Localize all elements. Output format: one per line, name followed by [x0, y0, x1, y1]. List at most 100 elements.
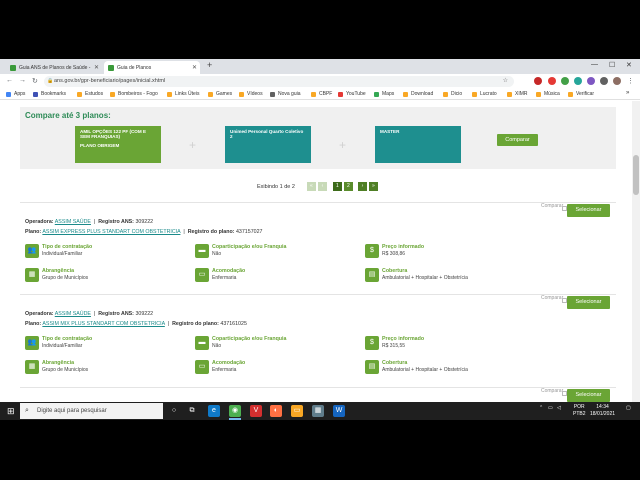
bookmark-item[interactable]: Verificar — [568, 91, 594, 97]
taskbar-search[interactable]: ⌕ Digite aqui para pesquisar — [20, 403, 163, 419]
network-icon[interactable]: ▭ — [548, 405, 553, 411]
reload-icon[interactable]: ↻ — [32, 77, 38, 85]
plan-link[interactable]: ASSIM MIX PLUS STANDART COM OBSTETRICIA — [42, 321, 164, 327]
select-button[interactable]: Selecionar — [567, 296, 610, 309]
opera-extension-icon[interactable] — [534, 77, 542, 85]
bookmark-item[interactable]: Maps — [374, 91, 394, 97]
bookmark-item[interactable]: XIMR — [507, 91, 528, 97]
clock[interactable]: 14:34 18/01/2021 — [590, 404, 615, 418]
operator-link[interactable]: ASSIM SAÚDE — [55, 219, 91, 225]
menu-dots-icon[interactable]: ⋮ — [627, 77, 634, 85]
tray-arrow-icon[interactable]: ⌃ — [539, 405, 543, 411]
windows-start-icon[interactable]: ⊞ — [7, 406, 15, 417]
page-scrollbar[interactable] — [632, 101, 640, 402]
tab-guia-planos[interactable]: Guia de Planos ✕ — [104, 61, 200, 74]
folder-icon — [311, 91, 316, 97]
word-icon[interactable]: W — [333, 405, 345, 417]
operator-link[interactable]: ASSIM SAÚDE — [55, 311, 91, 317]
bookmark-item[interactable]: Lucrato — [472, 91, 497, 97]
edge-icon[interactable]: e — [208, 405, 220, 417]
profile-avatar[interactable] — [613, 77, 621, 85]
bookmark-item[interactable]: Música — [536, 91, 560, 97]
attr-value: Não — [212, 251, 222, 257]
maximize-icon[interactable]: ☐ — [609, 61, 615, 69]
accommodation: ▭ Acomodação Enfermaria — [195, 267, 355, 285]
accommodation: ▭ Acomodação Enfermaria — [195, 359, 355, 377]
close-window-icon[interactable]: ✕ — [626, 61, 632, 69]
bookmark-item[interactable]: Vídeos — [239, 91, 263, 97]
close-tab-icon[interactable]: ✕ — [94, 64, 99, 71]
compare-slot-1[interactable]: AMIL OPÇÕES 122 PF (COM E SEM FRANQUIAS)… — [75, 126, 161, 163]
last-page-button[interactable]: » — [368, 182, 378, 191]
coverage-area: ▦ Abrangência Grupo de Municípios — [25, 359, 185, 377]
extension-icon[interactable] — [587, 77, 595, 85]
extension-icon[interactable] — [574, 77, 582, 85]
bookmark-item[interactable]: Bookmarks — [33, 91, 66, 97]
coverage: ▤ Cobertura Ambulatorial + Hospitalar + … — [365, 267, 525, 285]
task-view-icon[interactable]: ⧉ — [186, 405, 198, 417]
url-field[interactable]: 🔒 ans.gov.br/gpr-beneficiario/pages/inic… — [44, 76, 514, 87]
bookmark-star-icon[interactable]: ☆ — [503, 76, 508, 87]
more-bookmarks-icon[interactable]: » — [626, 90, 629, 96]
extension-icon[interactable] — [561, 77, 569, 85]
bookmark-item[interactable]: Download — [403, 91, 433, 97]
bookmark-item[interactable]: CBPF — [311, 91, 332, 97]
file-explorer-icon[interactable]: ▭ — [291, 405, 303, 417]
clock-date: 18/01/2021 — [590, 411, 616, 417]
bookmark-item[interactable]: Games — [208, 91, 232, 97]
people-icon: 👥 — [25, 336, 39, 350]
close-tab-icon[interactable]: ✕ — [192, 64, 197, 71]
bookmark-label: Apps — [14, 91, 26, 97]
bookmark-item[interactable]: Nova guia — [270, 91, 301, 97]
select-button[interactable]: Selecionar — [567, 389, 610, 402]
language-indicator[interactable]: POR PTB2 — [573, 404, 586, 418]
select-button[interactable]: Selecionar — [567, 204, 610, 217]
new-tab-icon[interactable]: + — [207, 60, 212, 70]
extensions-puzzle-icon[interactable] — [600, 77, 608, 85]
page-2-button[interactable]: 2 — [343, 182, 353, 191]
plan-link[interactable]: ASSIM EXPRESS PLUS STANDART COM OBSTETRI… — [42, 229, 180, 235]
minimize-icon[interactable]: — — [591, 61, 598, 68]
notification-icon[interactable]: ▢ — [626, 405, 631, 411]
map-icon: ▦ — [25, 360, 39, 374]
back-icon[interactable]: ← — [6, 77, 13, 84]
bookmark-label: Links Úteis — [175, 91, 200, 97]
bookmark-item[interactable]: Bombeiros - Fogo — [110, 91, 158, 97]
clipboard-icon: ▤ — [365, 360, 379, 374]
first-page-button[interactable]: « — [306, 182, 316, 191]
bed-icon: ▭ — [195, 360, 209, 374]
compare-button[interactable]: Comparar — [497, 134, 538, 146]
bookmark-apps[interactable]: Apps — [6, 91, 25, 97]
bookmark-item[interactable]: YouTube — [338, 91, 366, 97]
attr-value: Individual/Familiar — [42, 343, 83, 349]
page-1-button[interactable]: 1 — [332, 182, 342, 191]
chrome-icon[interactable]: ◉ — [229, 405, 241, 417]
compare-slot-name: Unimed Personal Quarto Coletivo 2 — [230, 129, 304, 139]
attr-value: R$ 315,55 — [382, 343, 406, 349]
cortana-icon[interactable]: ○ — [168, 405, 180, 417]
vivaldi-icon[interactable]: V — [250, 405, 262, 417]
tab-guia-ans[interactable]: Guia ANS de Planos de Saúde - ✕ — [6, 61, 102, 74]
volume-icon[interactable]: ◁ — [557, 405, 561, 411]
taskbar: ⊞ ⌕ Digite aqui para pesquisar ○ ⧉ e ◉ V… — [0, 402, 640, 420]
bookmark-item[interactable]: Dicio — [443, 91, 462, 97]
attr-label: Abrangência — [42, 268, 75, 274]
compare-slot-3[interactable]: MASTER — [375, 126, 461, 163]
extension-icon[interactable] — [548, 77, 556, 85]
firefox-icon[interactable]: ◐ — [270, 405, 282, 417]
bookmark-item[interactable]: Estudos — [77, 91, 103, 97]
compare-title: Compare até 3 planos: — [25, 111, 111, 120]
prev-page-button[interactable]: ‹ — [317, 182, 327, 191]
app-icon[interactable]: ▦ — [312, 405, 324, 417]
price: $ Preço informado R$ 308,86 — [365, 243, 525, 261]
compare-slot-2[interactable]: Unimed Personal Quarto Coletivo 2 — [225, 126, 311, 163]
forward-icon[interactable]: → — [19, 77, 26, 84]
plan-card: Comparar Selecionar Operadora: ASSIM SAÚ… — [20, 202, 616, 294]
attr-label: Cobertura — [382, 360, 408, 366]
bookmark-item[interactable]: Links Úteis — [167, 91, 199, 97]
bookmark-label: Verificar — [576, 91, 595, 97]
compare-panel: Compare até 3 planos: AMIL OPÇÕES 122 PF… — [20, 107, 616, 169]
folder-icon — [110, 91, 115, 97]
next-page-button[interactable]: › — [357, 182, 367, 191]
scroll-thumb[interactable] — [633, 155, 639, 195]
